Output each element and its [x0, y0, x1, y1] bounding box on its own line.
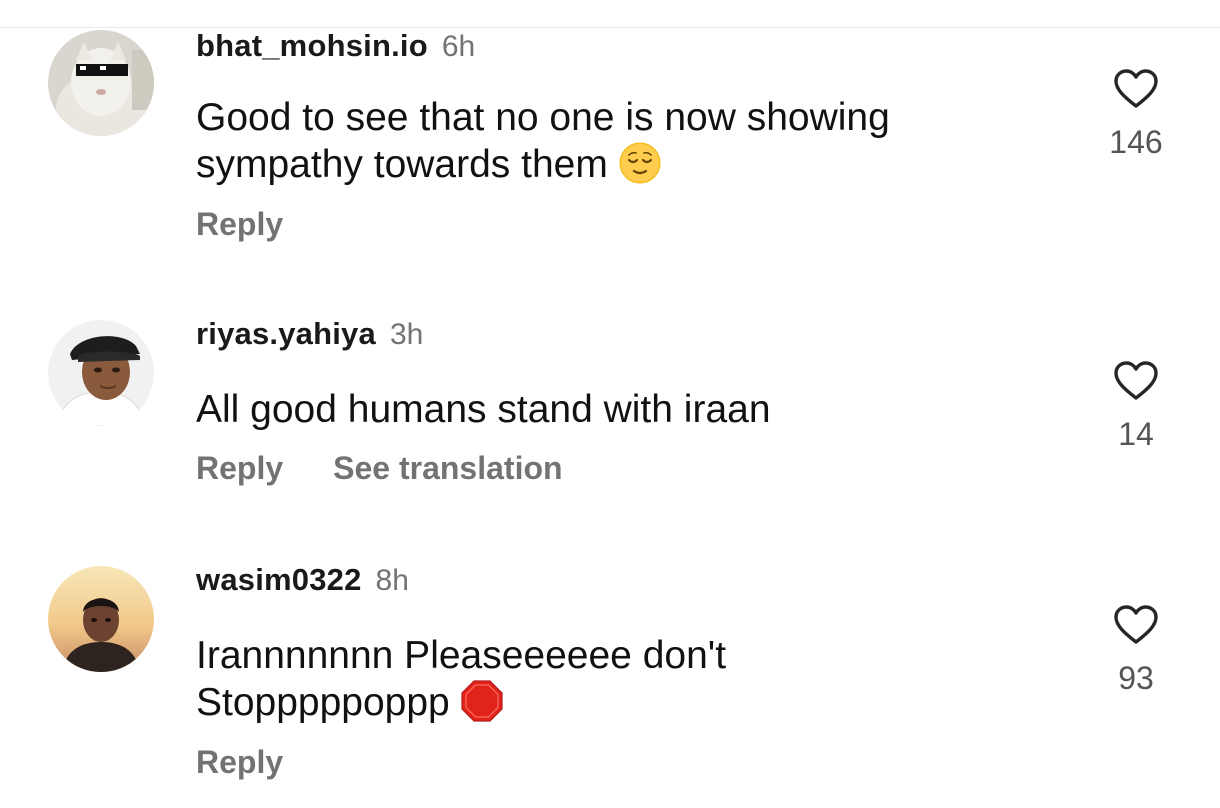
- username[interactable]: riyas.yahiya: [196, 316, 376, 352]
- avatar[interactable]: [48, 30, 154, 136]
- comment-text: Good to see that no one is now showing s…: [196, 96, 890, 186]
- reply-button[interactable]: Reply: [196, 744, 283, 781]
- like-count: 14: [1118, 416, 1154, 452]
- like-count: 146: [1109, 124, 1163, 160]
- avatar[interactable]: [48, 566, 154, 672]
- reply-button[interactable]: Reply: [196, 206, 283, 243]
- comment-text: Irannnnnnn Pleaseeeeee don't Stopppppopp…: [196, 634, 727, 724]
- timestamp: 3h: [389, 318, 424, 351]
- avatar[interactable]: [48, 320, 154, 426]
- heart-outline-icon[interactable]: [1113, 68, 1159, 110]
- timestamp: 8h: [375, 564, 409, 597]
- username[interactable]: bhat_mohsin.io: [196, 28, 428, 64]
- heart-outline-icon[interactable]: [1113, 604, 1159, 646]
- stop-sign-icon: [461, 680, 503, 722]
- username[interactable]: wasim0322: [196, 562, 362, 598]
- top-divider: [0, 0, 1220, 28]
- reply-button[interactable]: Reply: [196, 450, 283, 487]
- heart-outline-icon[interactable]: [1113, 360, 1159, 402]
- comment-text: All good humans stand with iraan: [196, 388, 771, 431]
- timestamp: 6h: [441, 30, 476, 63]
- like-count: 93: [1118, 660, 1154, 696]
- see-translation-button[interactable]: See translation: [333, 450, 562, 487]
- relieved-face-icon: [619, 142, 661, 184]
